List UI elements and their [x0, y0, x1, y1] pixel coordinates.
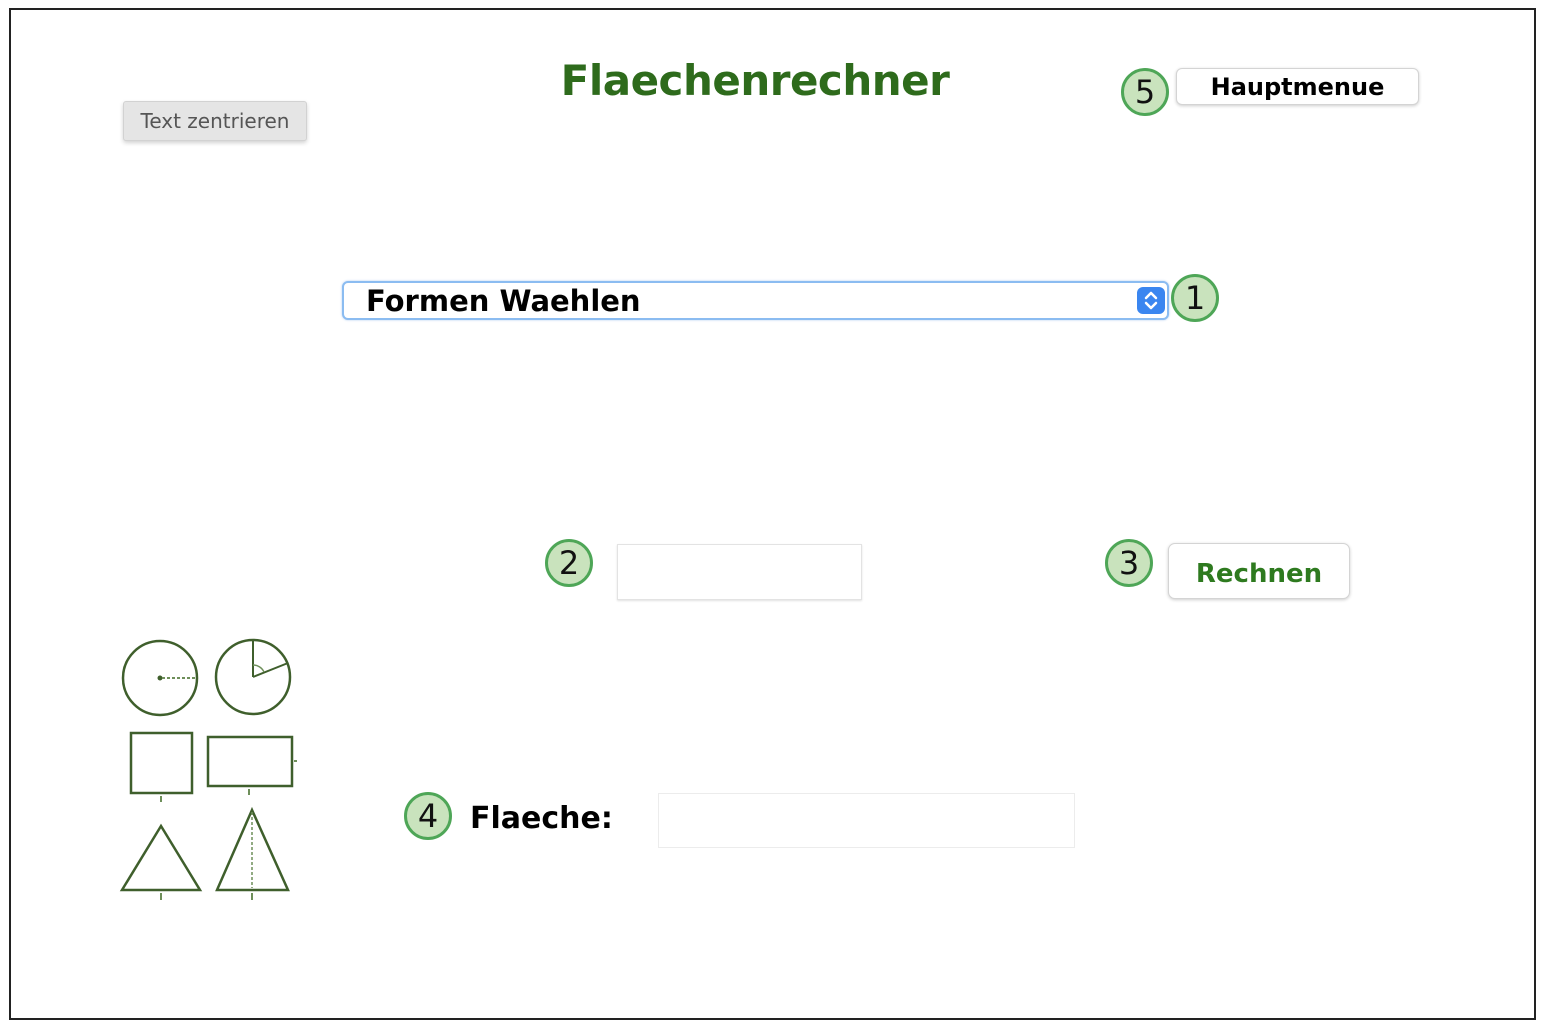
calculate-button[interactable]: Rechnen — [1168, 543, 1350, 599]
area-label: Flaeche: — [470, 801, 613, 836]
step-badge-5: 5 — [1121, 68, 1169, 116]
triangle-height-icon — [215, 806, 290, 900]
step-badge-4: 4 — [404, 792, 452, 840]
square-icon — [129, 731, 194, 802]
step-badge-2: 2 — [545, 539, 593, 587]
main-menu-button[interactable]: Hauptmenue — [1176, 68, 1419, 105]
area-result-field — [658, 793, 1075, 848]
circle-radius-icon — [121, 639, 199, 717]
center-text-button[interactable]: Text zentrieren — [123, 101, 307, 141]
rectangle-icon — [206, 735, 297, 795]
dimension-input[interactable] — [617, 544, 862, 600]
select-arrows-icon[interactable] — [1137, 287, 1165, 314]
step-badge-3: 3 — [1105, 539, 1153, 587]
triangle-icon — [119, 823, 203, 900]
step-badge-1: 1 — [1171, 274, 1219, 322]
shape-select[interactable]: Formen Waehlen — [342, 281, 1169, 320]
shape-select-value: Formen Waehlen — [366, 284, 641, 318]
shapes-illustration — [119, 638, 297, 900]
circle-sector-icon — [214, 638, 292, 716]
